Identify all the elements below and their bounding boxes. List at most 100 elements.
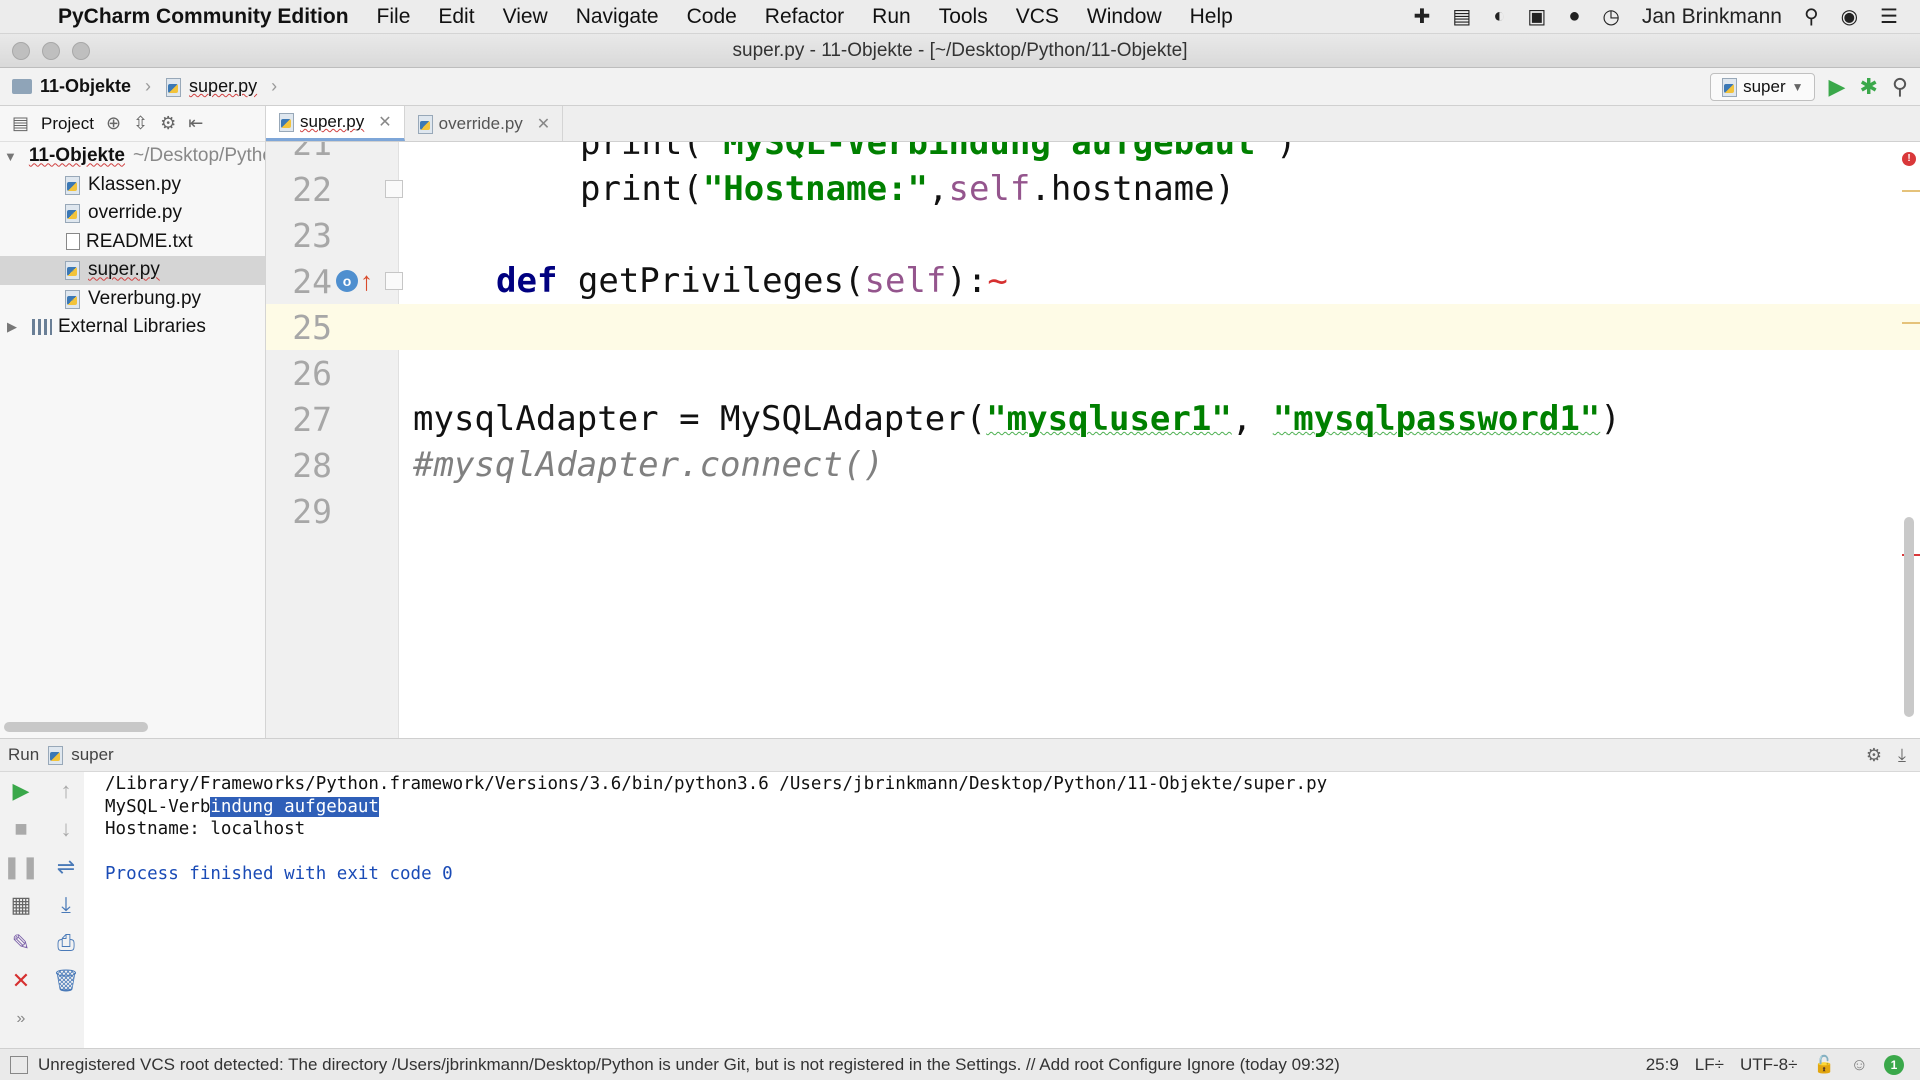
menu-refactor[interactable]: Refactor [765, 5, 844, 29]
menu-file[interactable]: File [377, 5, 411, 29]
hide-panel-icon[interactable]: ⤓ [1898, 745, 1906, 766]
line-number: 24 [292, 261, 332, 301]
menu-code[interactable]: Code [687, 5, 737, 29]
print-icon[interactable]: ⎙ [57, 930, 75, 956]
breadcrumb-file[interactable]: super.py [189, 76, 257, 97]
collapse-all-icon[interactable]: ⇳ [133, 113, 148, 134]
tree-file[interactable]: override.py [0, 199, 265, 228]
arrow-down-icon[interactable]: ↓ [61, 816, 72, 842]
minimize-window-button[interactable] [42, 41, 60, 60]
tree-root[interactable]: ▼ 11-Objekte ~/Desktop/Python/11-Objekte [0, 142, 265, 171]
leaf-icon[interactable]: ◐ [1493, 5, 1505, 28]
tab-super-py[interactable]: super.py ✕ [266, 106, 405, 141]
error-indicator-icon[interactable]: ! [1902, 152, 1916, 166]
pin-icon[interactable]: ✎ [12, 930, 30, 956]
line-separator[interactable]: LF÷ [1695, 1055, 1724, 1075]
close-icon[interactable]: ✕ [378, 112, 391, 132]
spotlight-search-icon[interactable]: ⚲ [1804, 4, 1819, 29]
code-editor[interactable]: 21 print("MySQL-Verbindung aufgebaut") 2… [266, 142, 1920, 738]
window-title-bar: super.py - 11-Objekte - [~/Desktop/Pytho… [0, 34, 1920, 68]
close-window-button[interactable] [12, 41, 30, 60]
plus-icon[interactable]: ✚ [1414, 4, 1431, 29]
pause-icon[interactable]: ❚❚ [3, 854, 40, 880]
close-run-icon[interactable]: ✕ [12, 968, 30, 994]
hide-panel-icon[interactable]: ⇤ [188, 113, 203, 134]
tree-file-label: Klassen.py [88, 173, 181, 195]
camera-icon[interactable]: ▣ [1527, 4, 1546, 29]
siri-icon[interactable]: ◉ [1841, 4, 1858, 29]
locate-icon[interactable]: ⊕ [106, 113, 121, 134]
search-icon[interactable]: ⚲ [1892, 74, 1908, 100]
run-configuration-select[interactable]: super ▼ [1710, 72, 1815, 101]
breadcrumb-project[interactable]: 11-Objekte [40, 76, 131, 97]
python-file-icon [64, 175, 80, 195]
menu-vcs[interactable]: VCS [1016, 5, 1059, 29]
debug-icon[interactable]: ✱ [1859, 74, 1877, 100]
menu-run[interactable]: Run [872, 5, 911, 29]
gear-icon[interactable]: ⚙ [1866, 745, 1882, 766]
error-squiggle-icon: ~ [987, 261, 1008, 301]
tree-file[interactable]: README.txt [0, 228, 265, 257]
run-config-name[interactable]: super [71, 745, 114, 765]
event-log-badge[interactable]: 1 [1884, 1054, 1904, 1075]
code-text: print("Hostname:",self.hostname) [580, 169, 1236, 209]
run-side-toolbar: ▶ ■ ❚❚ ▦ ✎ ✕ » ↑ ↓ ⇌ ⤓ ⎙ 🗑 [0, 772, 84, 1048]
file-encoding[interactable]: UTF-8÷ [1740, 1055, 1798, 1075]
tool-windows-icon[interactable] [10, 1055, 28, 1074]
tree-file-label: README.txt [86, 230, 193, 252]
zoom-window-button[interactable] [72, 41, 90, 60]
clipboard-icon[interactable]: ▤ [1452, 4, 1471, 29]
fold-marker[interactable] [385, 180, 403, 198]
caret-position[interactable]: 25:9 [1646, 1055, 1679, 1075]
window-controls [0, 41, 90, 60]
project-tree: ▼ 11-Objekte ~/Desktop/Python/11-Objekte… [0, 142, 265, 342]
notification-list-icon[interactable]: ☰ [1880, 4, 1898, 29]
menu-window[interactable]: Window [1087, 5, 1162, 29]
chat-icon[interactable]: ● [1568, 5, 1580, 28]
project-view-label[interactable]: Project [41, 114, 94, 134]
inspector-icon[interactable]: ☺ [1851, 1055, 1868, 1075]
menu-view[interactable]: View [503, 5, 548, 29]
rerun-icon[interactable]: ▶ [13, 778, 30, 804]
console-output-line: MySQL-Verbindung aufgebaut [105, 796, 379, 817]
console-command: /Library/Frameworks/Python.framework/Ver… [105, 774, 1328, 794]
user-name[interactable]: Jan Brinkmann [1642, 5, 1782, 29]
tab-override-py[interactable]: override.py ✕ [405, 106, 564, 141]
run-console[interactable]: /Library/Frameworks/Python.framework/Ver… [84, 772, 1920, 1048]
vertical-scrollbar[interactable] [1904, 517, 1914, 717]
menu-edit[interactable]: Edit [438, 5, 474, 29]
time-machine-icon[interactable]: ◷ [1602, 4, 1619, 29]
more-icon[interactable]: » [17, 1006, 26, 1032]
python-file-icon [47, 746, 64, 765]
run-icon[interactable]: ▶ [1829, 74, 1846, 100]
fold-marker[interactable] [385, 272, 403, 290]
gear-icon[interactable]: ⚙ [160, 113, 176, 134]
folder-icon [12, 79, 32, 94]
menu-help[interactable]: Help [1190, 5, 1233, 29]
tree-file[interactable]: Vererbung.py [0, 285, 265, 314]
layout-icon[interactable]: ▦ [11, 892, 32, 918]
status-widgets: 25:9 LF÷ UTF-8÷ 🔓 ☺ 1 [1646, 1054, 1920, 1075]
horizontal-scrollbar[interactable] [4, 722, 148, 732]
close-icon[interactable]: ✕ [537, 114, 550, 134]
soft-wrap-icon[interactable]: ⇌ [57, 854, 75, 880]
tree-file-label: Vererbung.py [88, 287, 202, 309]
tree-file-selected[interactable]: super.py [0, 256, 265, 285]
error-stripe-mark[interactable] [1902, 322, 1920, 324]
menu-navigate[interactable]: Navigate [576, 5, 659, 29]
overrides-method-icon[interactable]: o ↑ [336, 268, 373, 294]
lock-icon[interactable]: 🔓 [1813, 1055, 1834, 1075]
expand-arrow-icon[interactable]: ▼ [4, 149, 17, 164]
menu-tools[interactable]: Tools [939, 5, 988, 29]
error-stripe-mark[interactable] [1902, 190, 1920, 192]
status-message[interactable]: Unregistered VCS root detected: The dire… [38, 1055, 1646, 1075]
line-number: 23 [292, 215, 332, 255]
tree-external-libraries[interactable]: ▶ External Libraries [0, 313, 265, 342]
app-menu[interactable]: PyCharm Community Edition [58, 5, 349, 29]
expand-arrow-icon[interactable]: ▶ [4, 319, 20, 335]
tree-file[interactable]: Klassen.py [0, 171, 265, 200]
arrow-up-icon[interactable]: ↑ [61, 778, 72, 804]
trash-icon[interactable]: 🗑 [52, 968, 80, 994]
stop-icon[interactable]: ■ [14, 816, 27, 842]
scroll-to-end-icon[interactable]: ⤓ [61, 892, 71, 918]
